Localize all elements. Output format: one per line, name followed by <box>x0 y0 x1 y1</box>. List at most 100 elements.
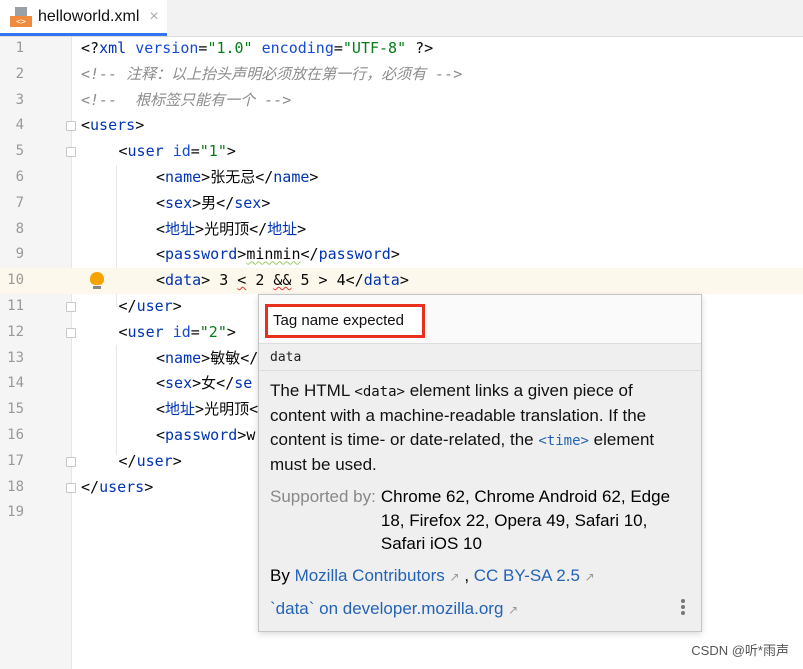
fold-marker-icon[interactable] <box>66 482 76 493</box>
code-token: sex <box>234 193 262 212</box>
code-token: </ <box>216 193 235 212</box>
fold-marker-icon[interactable] <box>66 147 76 158</box>
code-token: = <box>190 142 200 161</box>
code-line[interactable]: 9 <password>minmin</password> <box>0 242 803 268</box>
line-number: 17 <box>7 452 24 469</box>
code-token: <!-- 根标签只能有一个 --> <box>81 90 292 109</box>
fold-marker-icon[interactable] <box>66 302 76 312</box>
code-line[interactable]: 7 <sex>男</sex> <box>0 191 803 217</box>
code-token: ?> <box>406 39 434 57</box>
mdn-link[interactable]: `data` on developer.mozilla.org <box>270 599 503 618</box>
by-label: By <box>270 565 295 585</box>
code-token: data <box>165 271 202 290</box>
supported-browsers: Chrome 62, Chrome Android 62, Edge 18, F… <box>380 487 671 553</box>
lightbulb-icon[interactable] <box>90 272 104 290</box>
line-number: 2 <box>15 65 24 82</box>
code-text: <users> <box>81 113 144 139</box>
line-number: 15 <box>7 401 24 418</box>
code-token: < <box>118 142 128 161</box>
code-token: = <box>333 39 343 57</box>
mozilla-contributors-link[interactable]: Mozilla Contributors <box>295 566 445 585</box>
code-token: data <box>363 271 400 290</box>
code-token: user <box>127 322 173 341</box>
code-text: </user> <box>119 294 182 320</box>
line-number: 8 <box>15 220 24 237</box>
code-text: <sex>男</sex> <box>156 191 270 217</box>
code-token: name <box>165 348 202 367</box>
code-token: < <box>156 348 166 367</box>
code-token: </ <box>240 348 259 367</box>
code-line[interactable]: 4 <users> <box>0 113 803 139</box>
code-token: w <box>246 426 256 444</box>
code-token: 光明顶 <box>204 219 250 238</box>
code-text: <name>敏敏</ <box>156 346 258 372</box>
code-token: users <box>90 116 136 135</box>
code-text: <?xml version="1.0" encoding="UTF-8" ?> <box>81 36 433 62</box>
code-text: <!-- 根标签只能有一个 --> <box>81 88 291 114</box>
code-text: <data> 3 < 2 && 5 > 4</data> <box>156 268 409 294</box>
code-token: < <box>156 193 166 212</box>
code-token: 张无忌 <box>210 168 256 186</box>
fold-marker-icon[interactable] <box>66 327 76 338</box>
fold-marker-icon[interactable] <box>66 456 76 467</box>
code-token: > <box>226 322 236 341</box>
code-token: 女 <box>201 374 217 393</box>
line-number: 18 <box>7 478 24 495</box>
code-token: encoding <box>261 39 334 57</box>
code-token: </ <box>255 168 274 186</box>
line-number: 5 <box>15 143 24 160</box>
line-number: 16 <box>7 427 24 443</box>
code-token: > <box>309 168 319 186</box>
line-number: 4 <box>15 117 24 134</box>
code-line[interactable]: 6 <name>张无忌</name> <box>0 165 803 191</box>
code-token: > <box>192 374 202 393</box>
fold-marker-icon[interactable] <box>66 121 76 132</box>
line-number: 9 <box>15 246 24 263</box>
code-token: > <box>195 219 205 238</box>
code-token: > <box>172 297 182 315</box>
code-token: > <box>144 477 154 496</box>
line-number: 11 <box>7 298 24 314</box>
line-number: 7 <box>15 194 24 211</box>
code-token: password <box>165 245 238 264</box>
code-token: "1.0" <box>207 39 253 57</box>
element-name: data <box>259 344 701 371</box>
code-line[interactable]: 1 <?xml version="1.0" encoding="UTF-8" ?> <box>0 36 803 62</box>
close-icon[interactable]: × <box>149 8 158 26</box>
xml-file-icon: <> <box>10 6 32 27</box>
code-text: <地址>光明顶< <box>156 397 258 423</box>
code-token: </ <box>249 219 268 238</box>
code-token: "1" <box>199 142 227 161</box>
code-line[interactable]: 10 <data> 3 < 2 && 5 > 4</data> <box>0 268 803 294</box>
code-token: > <box>192 193 202 212</box>
external-link-icon: ↗ <box>508 602 519 617</box>
code-token: user <box>127 142 173 161</box>
code-line[interactable]: 8 <地址>光明顶</地址> <box>0 217 803 243</box>
code-line[interactable]: 2 <!-- 注释：以上抬头声明必须放在第一行，必须有 --> <box>0 62 803 88</box>
code-token: > 3 <box>201 271 238 290</box>
code-token: 地址 <box>267 219 298 238</box>
code-line[interactable]: 5 <user id="1"> <box>0 139 803 165</box>
code-token: "2" <box>199 322 227 341</box>
code-token: < <box>118 322 128 341</box>
more-options-icon[interactable] <box>681 597 687 617</box>
code-token: name <box>165 168 202 186</box>
code-token: > <box>195 400 205 419</box>
code-token: > <box>135 116 145 135</box>
code-token: < <box>156 271 166 290</box>
code-line[interactable]: 3 <!-- 根标签只能有一个 --> <box>0 88 803 114</box>
code-token: </ <box>118 451 137 470</box>
code-token: > <box>172 451 182 470</box>
tab-helloworld-xml[interactable]: <> helloworld.xml × <box>0 0 167 36</box>
code-token: < <box>156 168 166 186</box>
code-token: "UTF-8" <box>342 39 407 57</box>
code-text: <password>w <box>156 423 255 449</box>
code-token: </ <box>216 374 235 393</box>
code-token: se <box>234 374 253 393</box>
supported-label: Supported by: <box>270 487 376 506</box>
time-element-link[interactable]: <time> <box>538 433 589 449</box>
license-link[interactable]: CC BY-SA 2.5 <box>474 566 580 585</box>
code-token: < <box>81 116 91 135</box>
code-token: < <box>156 374 166 393</box>
